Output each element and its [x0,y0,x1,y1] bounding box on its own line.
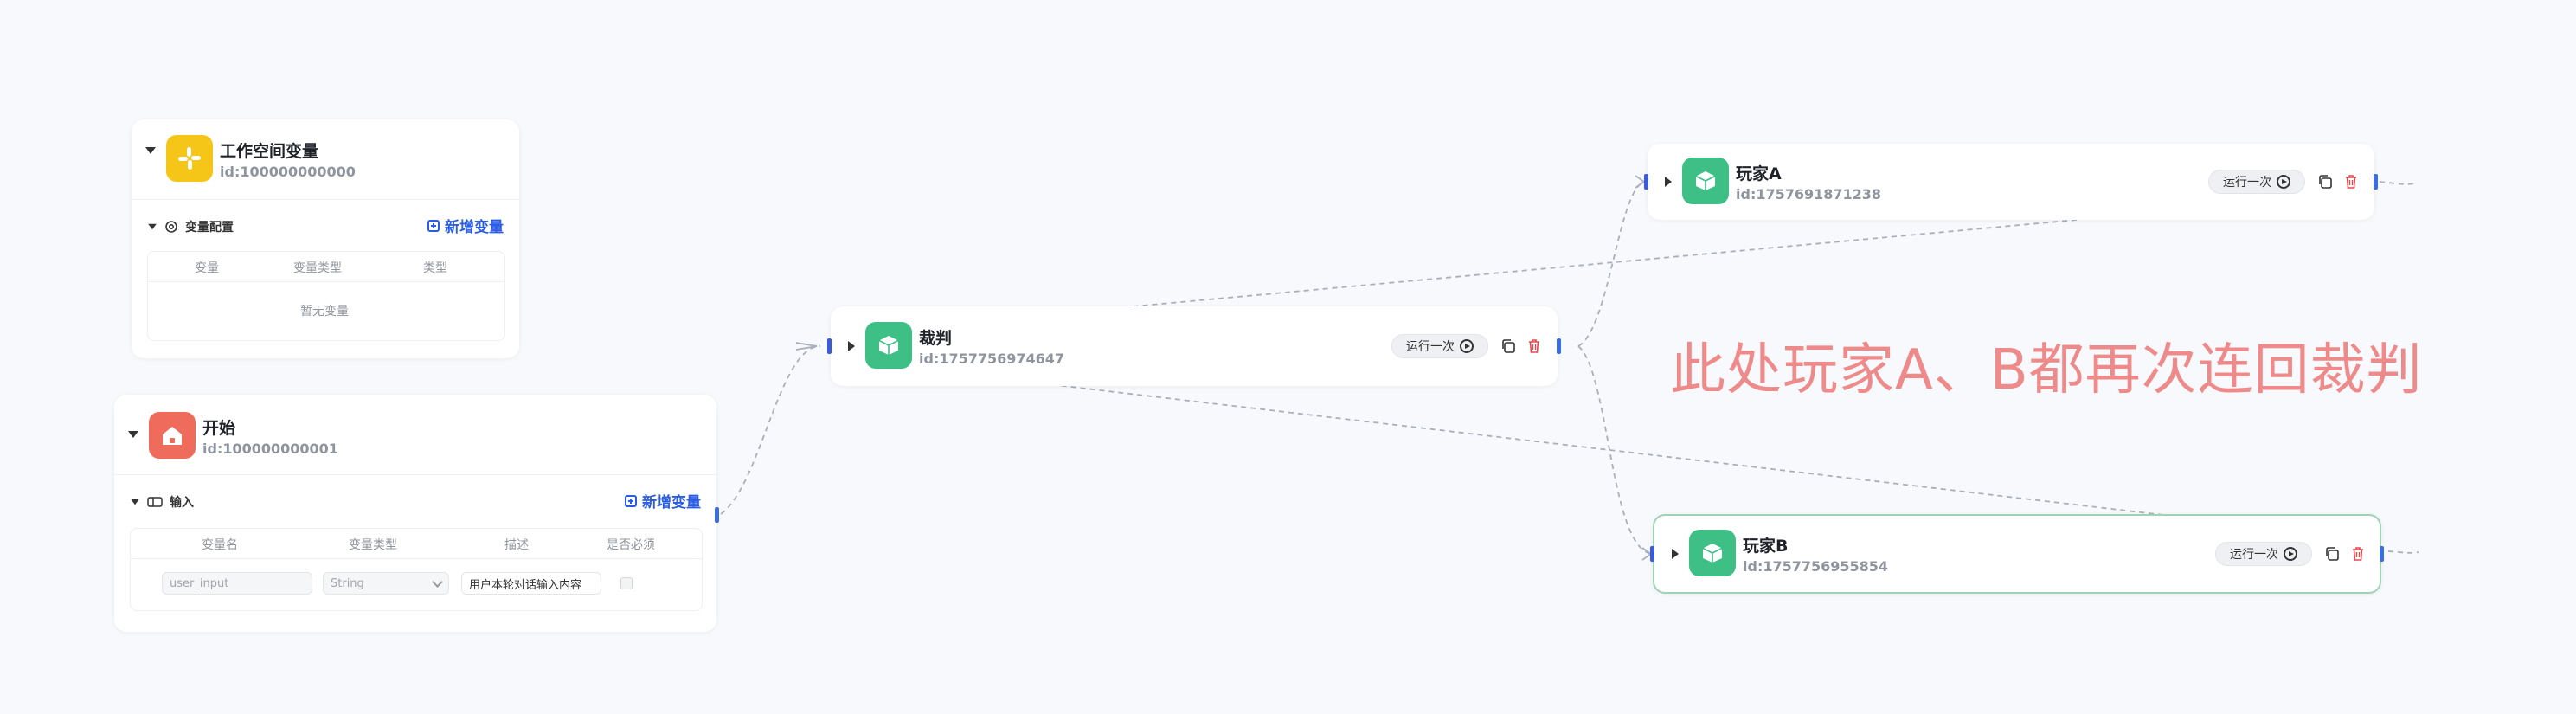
copy-icon[interactable] [2317,174,2333,190]
node-id: id:100000000001 [202,441,338,457]
node-title: 裁判 [919,329,953,348]
input-variables-table: 变量名 变量类型 描述 是否必须 user_input String 用户本轮对… [130,528,703,611]
output-handle[interactable] [2374,174,2378,190]
required-checkbox[interactable] [620,577,633,589]
column-header: 变量 [195,261,219,275]
input-handle[interactable] [1650,546,1654,562]
edge-player-b-out [2387,550,2419,554]
play-icon [2277,175,2290,189]
copy-icon[interactable] [2324,546,2340,562]
variable-name-input[interactable]: user_input [162,572,312,595]
input-icon [147,497,163,507]
output-handle[interactable] [715,507,719,523]
section-label: 输入 [170,496,194,510]
input-handle[interactable] [827,338,832,354]
description-input[interactable]: 用户本轮对话输入内容 [461,572,601,595]
run-once-button[interactable]: 运行一次 [1391,334,1488,358]
section-label: 变量配置 [185,221,234,235]
node-id: id:100000000000 [220,164,356,180]
run-once-button[interactable]: 运行一次 [2208,170,2305,194]
node-title: 工作空间变量 [220,142,319,161]
node-title: 开始 [202,419,236,438]
expand-caret-icon[interactable] [848,341,855,351]
home-icon [149,412,196,459]
cube-icon [1689,530,1736,576]
delete-icon[interactable] [1526,338,1542,354]
input-handle[interactable] [1644,174,1648,190]
cube-icon [1682,158,1729,204]
divider [114,474,716,475]
player-a-node-card[interactable]: 玩家A id:1757691871238 运行一次 [1644,144,2378,220]
column-header: 变量名 [202,538,238,552]
empty-state: 暂无变量 [300,305,349,318]
column-header: 是否必须 [607,538,655,552]
node-id: id:1757691871238 [1736,186,1882,203]
expand-caret-icon[interactable] [1672,549,1679,559]
add-variable-button[interactable]: 新增变量 [427,215,504,236]
delete-icon[interactable] [2350,546,2366,562]
output-handle[interactable] [2380,546,2384,562]
column-header: 变量类型 [349,538,397,552]
annotation-text: 此处玩家A、B都再次连回裁判 [1670,338,2423,402]
edge-player-a-out [2379,181,2415,185]
play-icon [1460,339,1474,353]
column-header: 描述 [504,538,529,552]
copy-icon[interactable] [1500,338,1516,354]
section-caret-icon[interactable] [131,499,139,505]
play-icon [2284,547,2297,561]
section-caret-icon[interactable] [148,223,157,230]
expand-caret-icon[interactable] [1665,177,1672,187]
slack-like-logo-icon [166,135,213,182]
output-handle[interactable] [1557,338,1561,354]
chevron-down-icon [432,576,443,588]
column-header: 变量类型 [293,261,342,275]
node-id: id:1757756955854 [1743,558,1889,575]
variable-type-select[interactable]: String [323,572,449,595]
variables-table: 变量 变量类型 类型 暂无变量 [147,251,505,341]
workflow-canvas[interactable]: 工作空间变量 id:100000000000 变量配置 新增变量 变量 变量类型… [0,0,2576,714]
start-node-card[interactable]: 开始 id:100000000001 输入 新增变量 变量名 变量类型 描述 是… [114,395,719,632]
settings-icon [165,221,177,233]
edge-judge-to-player-a [1577,181,1645,347]
plus-icon [427,219,440,232]
column-header: 类型 [423,261,447,275]
plus-icon [625,494,637,507]
edge-player-a-to-judge [1133,219,2078,307]
delete-icon[interactable] [2343,174,2359,190]
node-id: id:1757756974647 [919,351,1065,367]
run-once-button[interactable]: 运行一次 [2215,542,2312,566]
edge-judge-to-player-b [1577,345,1652,555]
workspace-variables-card[interactable]: 工作空间变量 id:100000000000 变量配置 新增变量 变量 变量类型… [132,119,519,358]
collapse-caret-icon[interactable] [128,431,138,438]
cube-icon [865,322,912,369]
divider [132,199,519,200]
collapse-caret-icon[interactable] [145,147,156,154]
edge-start-to-judge [720,345,821,515]
node-title: 玩家A [1736,164,1782,183]
node-title: 玩家B [1743,537,1789,556]
judge-node-card[interactable]: 裁判 id:1757756974647 运行一次 [827,306,1561,386]
add-variable-button[interactable]: 新增变量 [625,490,701,511]
player-b-node-card[interactable]: 玩家B id:1757756955854 运行一次 [1650,514,2384,594]
